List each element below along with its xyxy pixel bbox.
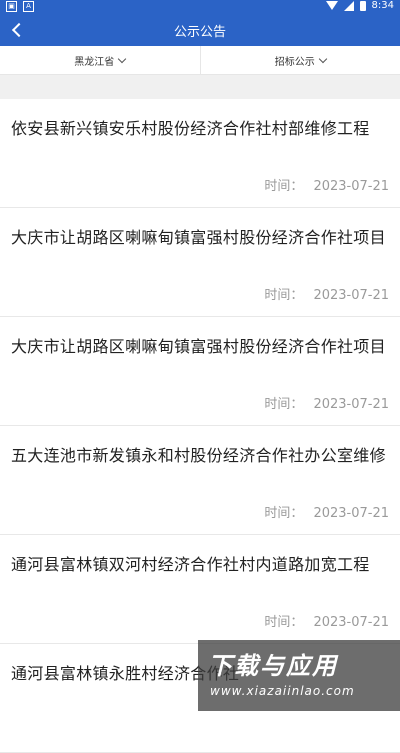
app-header: 公示公告: [0, 14, 400, 46]
time-label: 时间：: [264, 397, 303, 412]
item-date: 2023-07-21: [313, 179, 389, 194]
chevron-down-icon: [319, 54, 327, 62]
time-label: 时间：: [264, 288, 303, 303]
watermark-logo: 下载与应用 www.xiazaiinlao.com: [198, 640, 400, 711]
clock: 8:34: [372, 0, 394, 11]
filter-bar: 黑龙江省 招标公示: [0, 46, 400, 75]
type-filter-dropdown[interactable]: 招标公示: [200, 46, 400, 74]
list-spacer: [0, 75, 400, 99]
signal-icon: [344, 1, 354, 11]
wifi-icon: [326, 1, 338, 10]
watermark-url: www.xiazaiinlao.com: [210, 684, 355, 698]
item-time: 时间： 2023-07-21: [264, 393, 389, 412]
time-label: 时间：: [264, 179, 303, 194]
battery-icon: [360, 1, 366, 11]
status-right: 8:34: [326, 0, 394, 11]
item-time: 时间： 2023-07-21: [264, 502, 389, 521]
item-date: 2023-07-21: [313, 397, 389, 412]
item-time: 时间： 2023-07-21: [264, 611, 389, 630]
image-notification-icon: ▣: [6, 1, 17, 12]
page-title: 公示公告: [0, 21, 400, 40]
item-title: 通河县富林镇双河村经济合作社村内道路加宽工程: [11, 551, 390, 575]
time-label: 时间：: [264, 615, 303, 630]
a-notification-icon: A: [23, 1, 34, 12]
item-date: 2023-07-21: [313, 506, 389, 521]
item-time: 时间： 2023-07-21: [264, 284, 389, 303]
region-filter-label: 黑龙江省: [74, 53, 114, 68]
item-title: 大庆市让胡路区喇嘛甸镇富强村股份经济合作社项目: [11, 333, 390, 357]
item-title: 大庆市让胡路区喇嘛甸镇富强村股份经济合作社项目: [11, 224, 390, 248]
notification-icons: ▣ A: [6, 1, 34, 12]
list-item[interactable]: 五大连池市新发镇永和村股份经济合作社办公室维修 时间： 2023-07-21: [0, 426, 400, 535]
type-filter-label: 招标公示: [275, 53, 315, 68]
list-item[interactable]: 依安县新兴镇安乐村股份经济合作社村部维修工程 时间： 2023-07-21: [0, 99, 400, 208]
status-bar: ▣ A 8:34: [0, 0, 400, 14]
time-label: 时间：: [264, 506, 303, 521]
list-item[interactable]: 大庆市让胡路区喇嘛甸镇富强村股份经济合作社项目 时间： 2023-07-21: [0, 317, 400, 426]
region-filter-dropdown[interactable]: 黑龙江省: [0, 46, 200, 74]
item-date: 2023-07-21: [313, 288, 389, 303]
item-title: 五大连池市新发镇永和村股份经济合作社办公室维修: [11, 442, 390, 466]
list-item[interactable]: 通河县富林镇双河村经济合作社村内道路加宽工程 时间： 2023-07-21: [0, 535, 400, 644]
item-time: 时间： 2023-07-21: [264, 175, 389, 194]
item-date: 2023-07-21: [313, 615, 389, 630]
item-title: 依安县新兴镇安乐村股份经济合作社村部维修工程: [11, 115, 390, 139]
chevron-down-icon: [118, 54, 126, 62]
list-item[interactable]: 大庆市让胡路区喇嘛甸镇富强村股份经济合作社项目 时间： 2023-07-21: [0, 208, 400, 317]
watermark-main-text: 下载与应用: [208, 646, 338, 681]
